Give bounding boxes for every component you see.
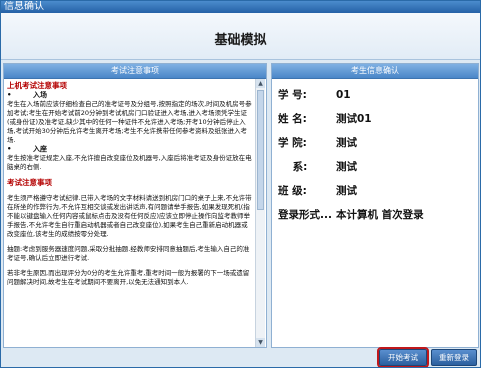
student-id-value: 01	[336, 89, 351, 101]
notice-panel-header: 考试注意事项	[4, 64, 266, 79]
discipline-text: 考生须严格遵守考试纪律.已带入考场的文字材料请送到机房门口的桌子上来,不允许带在…	[7, 194, 252, 238]
student-info: 学 号: 01 姓 名: 测试01 学 院: 测试 系: 测试 班 级: 测试 登录形式.…	[272, 79, 478, 231]
department-label: 系:	[278, 161, 308, 173]
subsection-entry: • 入场	[7, 91, 252, 100]
login-mode-value: 本计算机 首次登录	[335, 209, 424, 221]
info-panel-header: 考生信息确认	[272, 64, 478, 79]
draw-questions-text: 抽题:考虑到服务器速度问题,采取分批抽题.经教师安排同意抽题后,考生输入自己的准…	[7, 245, 250, 262]
page-title: 基础模拟	[214, 33, 267, 48]
subsection-entry-title: 入场	[33, 91, 47, 99]
notice-content[interactable]: 上机考试注意事项 • 入场 考生在入场前应该仔细检查自己的准考证号及分组号,按照指…	[4, 79, 266, 349]
start-exam-button[interactable]: 开始考试	[377, 347, 429, 367]
entry-text: 考生在入场前应该仔细检查自己的准考证号及分组号,按照指定的场次,时间及机房号参加…	[7, 100, 252, 144]
confirm-window: 信息确认 基础模拟 考试注意事项 上机考试注意事项 • 入场 考生在入场前应该仔细…	[0, 0, 481, 368]
department-value: 测试	[336, 161, 357, 173]
info-row-class: 班 级: 测试	[278, 183, 478, 207]
info-row-department: 系: 测试	[278, 159, 478, 183]
scroll-up-icon[interactable]: ▲	[256, 79, 265, 88]
class-label: 班 级:	[278, 185, 307, 197]
bullet-icon: •	[7, 91, 12, 99]
section-title-exam-notes: 考试注意事项	[7, 178, 52, 187]
section-title-exam-rules: 上机考试注意事项	[7, 81, 67, 90]
notice-scrollbar[interactable]: ▲ ▼	[255, 79, 265, 347]
class-value: 测试	[336, 185, 357, 197]
info-row-college: 学 院: 测试	[278, 135, 478, 159]
info-row-student-id: 学 号: 01	[278, 87, 478, 111]
retake-text: 若非考生原因,而出现评分为0分的考生允许重考,重考时间一般为报署的下一场或遗留问…	[7, 269, 250, 286]
name-value: 测试01	[336, 113, 372, 125]
scroll-down-icon[interactable]: ▼	[256, 338, 265, 347]
seating-text: 考生按准考证规定入座,不允许擅自改变座位及机器号,入座后将准考证及身份证放在电脑…	[7, 154, 252, 171]
college-value: 测试	[336, 137, 357, 149]
relogin-button[interactable]: 重新登录	[431, 349, 477, 366]
college-label: 学 院:	[278, 137, 307, 149]
window-title: 信息确认	[1, 1, 480, 13]
info-row-login-mode: 登录形式... 本计算机 首次登录	[278, 207, 478, 231]
info-row-name: 姓 名: 测试01	[278, 111, 478, 135]
scroll-thumb[interactable]	[257, 90, 264, 210]
notice-panel: 考试注意事项 上机考试注意事项 • 入场 考生在入场前应该仔细检查自己的准考证号及…	[3, 63, 267, 348]
info-panel: 考生信息确认 学 号: 01 姓 名: 测试01 学 院: 测试 系: 测试 班 级: 测…	[271, 63, 479, 348]
login-mode-label: 登录形式...	[278, 209, 332, 221]
subsection-seating: • 入座	[7, 145, 252, 154]
student-id-label: 学 号:	[278, 89, 307, 101]
subsection-seating-title: 入座	[33, 145, 47, 153]
page-header: 基础模拟	[1, 13, 480, 60]
name-label: 姓 名:	[278, 113, 307, 125]
bullet-icon: •	[7, 145, 12, 153]
